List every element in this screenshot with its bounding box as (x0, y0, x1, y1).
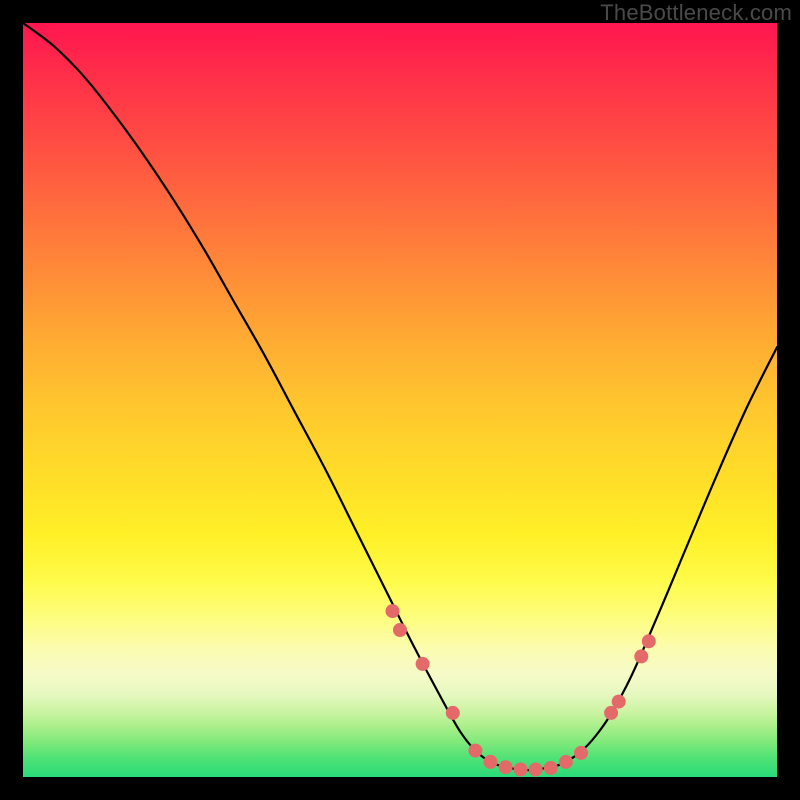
highlight-dot (393, 623, 407, 637)
highlight-dot (612, 695, 626, 709)
highlight-dot (468, 744, 482, 758)
highlight-dot (514, 763, 528, 777)
highlight-dot (386, 604, 400, 618)
highlight-dot (574, 746, 588, 760)
watermark-text: TheBottleneck.com (600, 0, 792, 26)
highlight-dots-group (386, 604, 656, 776)
highlight-dot (634, 649, 648, 663)
bottleneck-curve (23, 23, 777, 770)
highlight-dot (559, 755, 573, 769)
highlight-dot (446, 706, 460, 720)
chart-overlay (23, 23, 777, 777)
highlight-dot (642, 634, 656, 648)
highlight-dot (416, 657, 430, 671)
highlight-dot (484, 755, 498, 769)
highlight-dot (499, 760, 513, 774)
highlight-dot (544, 761, 558, 775)
highlight-dot (529, 763, 543, 777)
chart-frame: TheBottleneck.com (0, 0, 800, 800)
